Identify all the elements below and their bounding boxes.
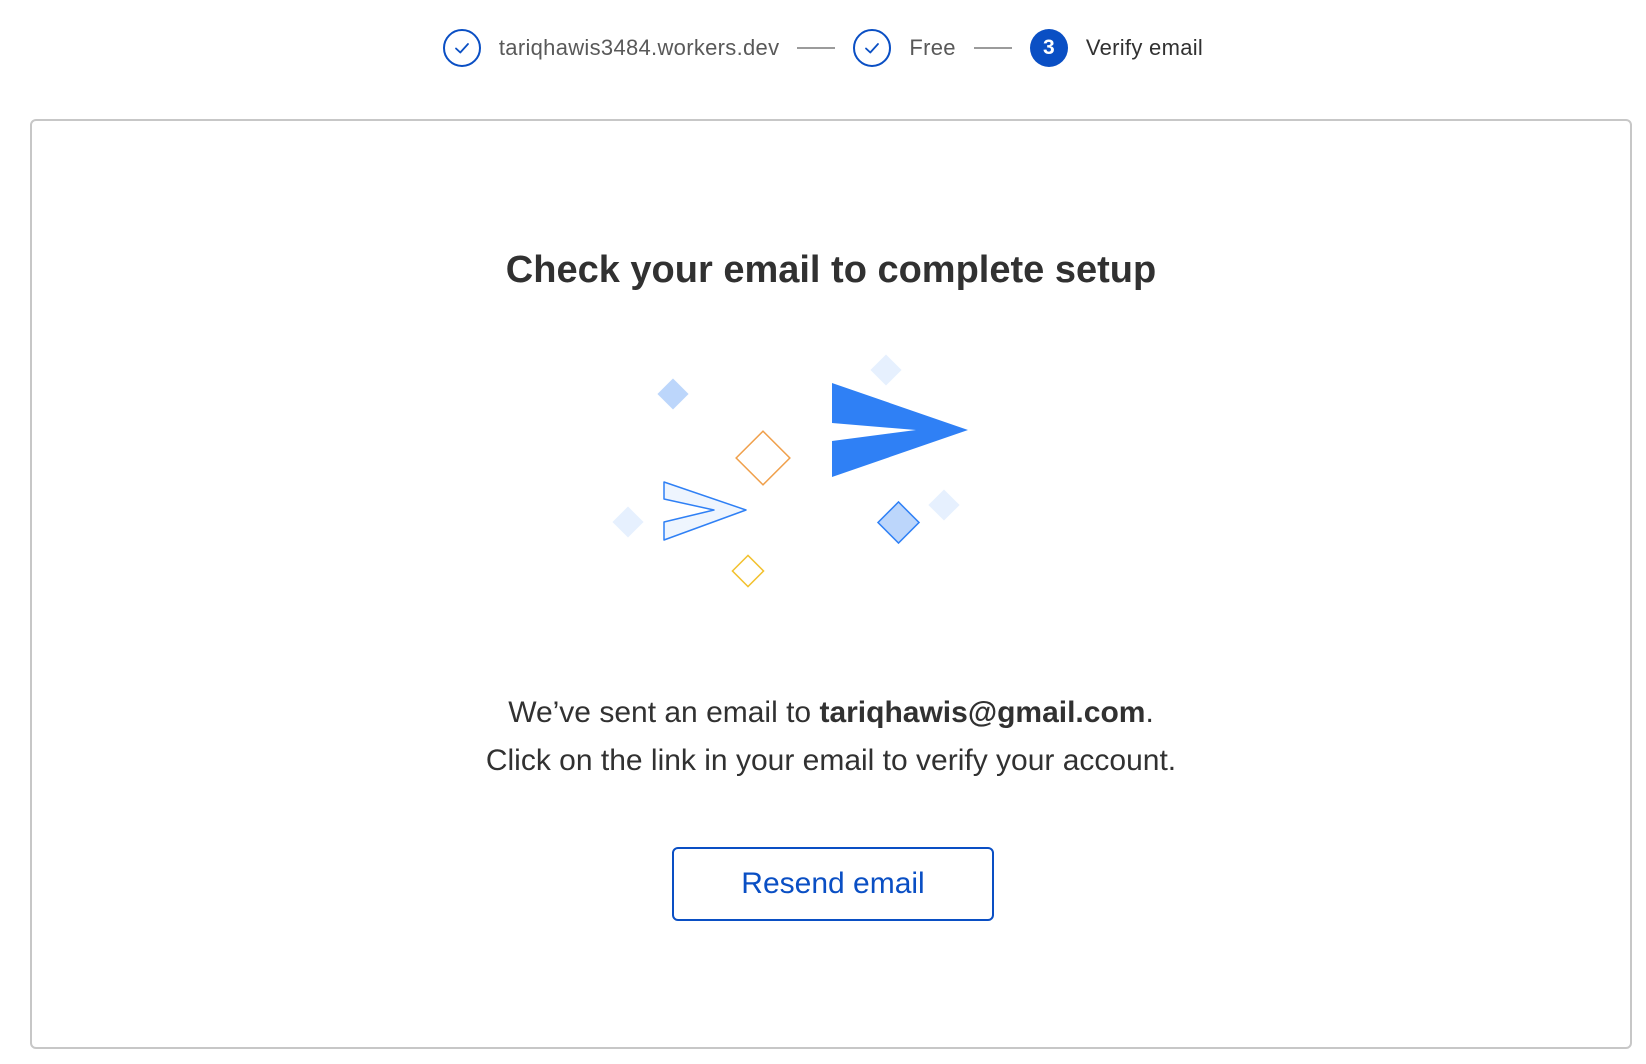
setup-stepper: tariqhawis3484.workers.dev Free 3 Verify… [0, 24, 1646, 72]
diamond-outline-orange [735, 430, 791, 486]
paper-plane-outline-icon [663, 481, 747, 541]
step-verify-email-label: Verify email [1085, 35, 1204, 60]
message-line-2: Click on the link in your email to verif… [485, 744, 1177, 777]
resend-email-button[interactable]: Resend email [672, 847, 994, 921]
step-plan: Free [853, 29, 956, 67]
step-connector [973, 47, 1012, 49]
page-title: Check your email to complete setup [505, 249, 1157, 291]
step-verify-email: 3 Verify email [1029, 29, 1204, 67]
message-line-1: We’ve sent an email to tariqhawis@gmail.… [32, 689, 1630, 737]
diamond-decoration [612, 506, 644, 538]
step-complete-check-icon [442, 29, 481, 67]
confirmation-message: We’ve sent an email to tariqhawis@gmail.… [32, 689, 1630, 785]
diamond-blue [876, 500, 921, 545]
diamond-decoration [928, 489, 960, 521]
step-complete-check-icon [853, 29, 892, 67]
verify-email-card: Check your email to complete setup We’ve… [30, 119, 1632, 1049]
step-connector [797, 47, 836, 49]
diamond-decoration [870, 354, 902, 386]
paper-plane-icon [832, 383, 968, 477]
message-suffix: . [1145, 696, 1154, 729]
step-domain: tariqhawis3484.workers.dev [442, 29, 780, 67]
message-prefix: We’ve sent an email to [508, 696, 820, 729]
paper-plane-illustration [612, 354, 968, 588]
step-plan-label: Free [909, 35, 956, 60]
diamond-outline-yellow [731, 554, 765, 588]
step-number-badge: 3 [1029, 29, 1068, 67]
email-address: tariqhawis@gmail.com [819, 696, 1146, 729]
diamond-decoration [657, 378, 689, 410]
step-domain-label: tariqhawis3484.workers.dev [498, 35, 780, 60]
